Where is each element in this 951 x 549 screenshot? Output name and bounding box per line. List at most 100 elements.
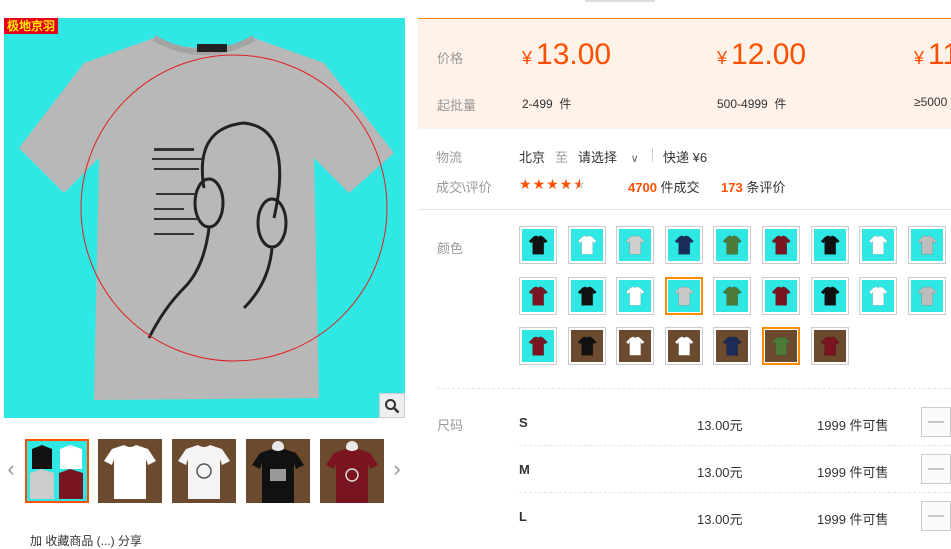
- tshirt-icon: [868, 286, 888, 306]
- tshirt-icon: [577, 235, 597, 255]
- tier-qty-3: ≥5000: [914, 95, 948, 109]
- thumb-prev-button[interactable]: ‹: [4, 452, 18, 486]
- size-price: 13.00元: [697, 512, 743, 527]
- size-label: 尺码: [437, 418, 464, 433]
- sold-count[interactable]: 4700 件成交: [628, 177, 700, 196]
- swatch-image: [814, 330, 846, 362]
- swatch-image: [522, 229, 554, 261]
- tshirt-icon: [625, 286, 645, 306]
- color-swatch[interactable]: [616, 327, 654, 365]
- swatch-image: [814, 280, 846, 312]
- swatch-image: [716, 330, 748, 362]
- price-label: 价格: [437, 51, 464, 66]
- color-swatch[interactable]: [616, 226, 654, 264]
- color-swatch[interactable]: [568, 226, 606, 264]
- tier-qty-2: 500-4999 件: [717, 97, 787, 111]
- size-name: S: [519, 415, 528, 430]
- price-panel: [418, 18, 951, 129]
- color-swatch[interactable]: [713, 327, 751, 365]
- swatch-image: [765, 330, 797, 362]
- star-icon: ★: [546, 176, 560, 192]
- color-swatch[interactable]: [665, 277, 703, 315]
- swatch-image: [571, 280, 603, 312]
- color-swatch[interactable]: [762, 277, 800, 315]
- tshirt-icon: [771, 286, 791, 306]
- tshirt-icon: [917, 235, 937, 255]
- color-swatch[interactable]: [859, 226, 897, 264]
- color-swatch[interactable]: [762, 226, 800, 264]
- quantity-minus-button[interactable]: —: [921, 407, 951, 437]
- tier-qty-1: 2-499 件: [522, 97, 572, 111]
- logistics-to-word: 至: [555, 150, 569, 165]
- swatch-image: [668, 229, 700, 261]
- color-swatch[interactable]: [519, 277, 557, 315]
- thumbnail-1[interactable]: [25, 439, 89, 503]
- color-swatch[interactable]: [616, 277, 654, 315]
- swatch-image: [716, 280, 748, 312]
- color-swatch[interactable]: [568, 327, 606, 365]
- chevron-down-icon: ∨: [630, 153, 639, 165]
- divider: [437, 388, 951, 389]
- swatch-image: [765, 229, 797, 261]
- chevron-left-icon: ‹: [7, 456, 15, 481]
- minus-icon: —: [928, 507, 944, 524]
- thumbnail-image: [27, 441, 87, 501]
- size-price: 13.00元: [697, 465, 743, 480]
- swatch-image: [668, 280, 700, 312]
- brand-tag: 极地京羽: [4, 18, 59, 34]
- divider: [519, 445, 951, 446]
- color-swatch[interactable]: [859, 277, 897, 315]
- minus-icon: —: [928, 460, 944, 477]
- star-half-icon: ★: [573, 176, 587, 192]
- size-price: 13.00元: [697, 418, 743, 433]
- color-swatch[interactable]: [665, 327, 703, 365]
- star-icon: ★: [532, 176, 547, 192]
- tshirt-icon: [771, 336, 791, 356]
- tshirt-icon: [674, 336, 694, 356]
- color-swatch[interactable]: [568, 277, 606, 315]
- moq-label: 起批量: [437, 98, 477, 113]
- minus-icon: —: [928, 413, 944, 430]
- color-swatch[interactable]: [908, 277, 946, 315]
- tshirt-icon: [722, 286, 742, 306]
- color-swatch[interactable]: [713, 277, 751, 315]
- color-swatch[interactable]: [811, 327, 849, 365]
- divider: [519, 492, 951, 493]
- tshirt-icon: [917, 286, 937, 306]
- swatch-image: [716, 229, 748, 261]
- review-count[interactable]: 173 条评价: [721, 177, 785, 196]
- color-swatch[interactable]: [908, 226, 946, 264]
- color-swatch[interactable]: [519, 226, 557, 264]
- color-swatch[interactable]: [811, 277, 849, 315]
- quantity-minus-button[interactable]: —: [921, 501, 951, 531]
- size-stock: 1999 件可售: [817, 465, 889, 480]
- thumbnail-5[interactable]: [320, 439, 384, 503]
- thumbnail-2[interactable]: [98, 439, 162, 503]
- swatch-image: [911, 280, 943, 312]
- zoom-button[interactable]: [379, 393, 405, 418]
- swatch-image: [862, 229, 894, 261]
- swatch-image: [668, 330, 700, 362]
- tshirt-icon: [577, 336, 597, 356]
- thumbnail-image: [172, 439, 236, 503]
- tshirt-icon: [528, 235, 548, 255]
- star-icon: ★: [559, 176, 574, 192]
- color-swatch[interactable]: [811, 226, 849, 264]
- destination-select[interactable]: 请选择 ∨: [578, 147, 639, 166]
- thumb-next-button[interactable]: ›: [390, 452, 404, 486]
- size-stock: 1999 件可售: [817, 512, 889, 527]
- tier-price-3: ¥11: [914, 38, 951, 71]
- quantity-minus-button[interactable]: —: [921, 454, 951, 484]
- color-swatch[interactable]: [762, 327, 800, 365]
- main-product-image[interactable]: [4, 18, 405, 418]
- tshirt-image: [19, 35, 394, 400]
- color-label: 颜色: [437, 241, 464, 256]
- thumbnail-3[interactable]: [172, 439, 236, 503]
- swatch-image: [911, 229, 943, 261]
- color-swatch[interactable]: [713, 226, 751, 264]
- deals-label: 成交\评价: [436, 180, 492, 195]
- color-swatch[interactable]: [665, 226, 703, 264]
- thumbnail-4[interactable]: [246, 439, 310, 503]
- color-swatch[interactable]: [519, 327, 557, 365]
- tshirt-icon: [674, 286, 694, 306]
